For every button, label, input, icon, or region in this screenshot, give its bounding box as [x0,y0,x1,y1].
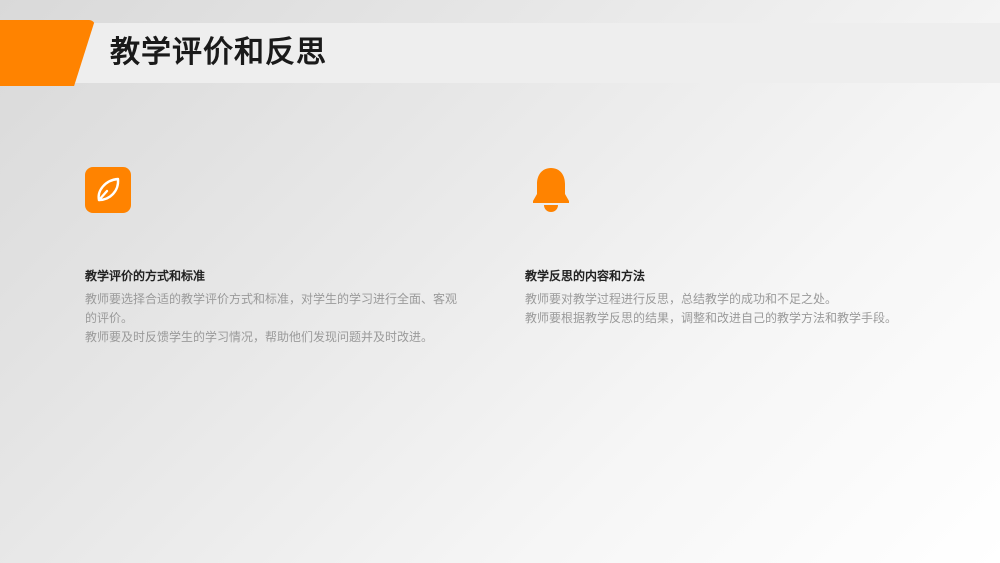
section-evaluation: 教学评价的方式和标准 教师要选择合适的教学评价方式和标准，对学生的学习进行全面、… [85,268,485,347]
page-title: 教学评价和反思 [110,35,327,70]
section-text-line: 教师要选择合适的教学评价方式和标准，对学生的学习进行全面、客观 [85,292,458,306]
section-text-line: 教师要及时反馈学生的学习情况，帮助他们发现问题并及时改进。 [85,330,434,344]
section-heading: 教学反思的内容和方法 [525,269,646,283]
section-heading: 教学评价的方式和标准 [85,269,206,283]
section-reflection: 教学反思的内容和方法 教师要对教学过程进行反思，总结教学的成功和不足之处。 教师… [525,268,925,328]
section-text-line: 教师要根据教学反思的结果，调整和改进自己的教学方法和教学手段。 [525,311,898,325]
slide: 教学评价和反思 教学评价的方式和标准 教师要选择合适的教学评价方式和标准，对学生… [0,0,1000,563]
section-text-line: 教师要对教学过程进行反思，总结教学的成功和不足之处。 [525,292,838,306]
section-text-line: 的评价。 [85,311,134,325]
bell-icon [528,166,574,214]
leaf-icon [85,167,131,213]
